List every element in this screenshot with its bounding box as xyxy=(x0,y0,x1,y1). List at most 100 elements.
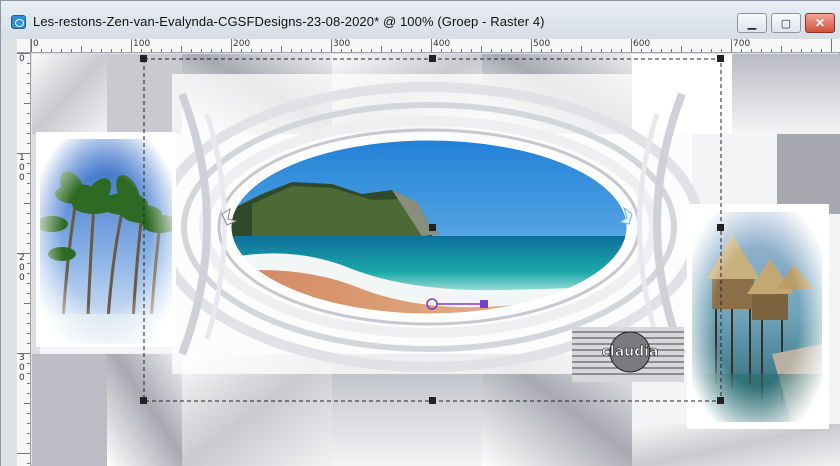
ruler-tick xyxy=(27,93,30,94)
maximize-button[interactable]: ▢ xyxy=(771,13,801,33)
ruler-tick xyxy=(161,49,162,52)
ruler-tick xyxy=(91,49,92,52)
ruler-tick xyxy=(431,39,432,52)
horizontal-ruler[interactable]: 0 100 200 300 400 500 600 700 xyxy=(31,39,840,53)
ruler-tick xyxy=(27,333,30,334)
ruler-tick xyxy=(27,373,30,374)
ruler-tick xyxy=(551,49,552,52)
ruler-tick xyxy=(421,49,422,52)
ruler-tick xyxy=(601,49,602,52)
ruler-tick xyxy=(381,46,382,52)
ruler-tick xyxy=(24,403,30,404)
ruler-v-label: 0 xyxy=(19,54,25,64)
ruler-tick xyxy=(271,49,272,52)
vertical-ruler[interactable]: 0 100 200 300 xyxy=(17,53,31,466)
ruler-tick xyxy=(361,49,362,52)
ruler-h-label: 100 xyxy=(133,39,151,49)
ruler-tick xyxy=(721,49,722,52)
ruler-tick xyxy=(491,49,492,52)
ruler-h-label: 600 xyxy=(633,39,651,49)
ruler-tick xyxy=(371,49,372,52)
ruler-tick xyxy=(751,49,752,52)
ruler-tick xyxy=(641,49,642,52)
ruler-tick xyxy=(251,49,252,52)
ruler-tick xyxy=(651,49,652,52)
ruler-tick xyxy=(27,223,30,224)
ruler-tick xyxy=(321,49,322,52)
ruler-h-label: 300 xyxy=(333,39,351,49)
ruler-tick xyxy=(27,113,30,114)
ruler-tick xyxy=(27,73,30,74)
ruler-tick xyxy=(441,49,442,52)
ruler-tick xyxy=(27,313,30,314)
image-canvas[interactable]: claudia xyxy=(32,54,840,466)
ruler-tick xyxy=(211,49,212,52)
ruler-h-label: 400 xyxy=(433,39,451,49)
ruler-h-label: 700 xyxy=(733,39,751,49)
ruler-tick xyxy=(27,143,30,144)
ruler-h-label: 200 xyxy=(233,39,251,49)
ruler-tick xyxy=(17,153,30,154)
ruler-tick xyxy=(781,46,782,52)
minimize-button[interactable]: ▁ xyxy=(737,13,767,33)
ruler-tick xyxy=(61,49,62,52)
ruler-tick xyxy=(27,393,30,394)
close-button[interactable]: ✕ xyxy=(805,13,835,33)
ruler-tick xyxy=(24,303,30,304)
close-icon: ✕ xyxy=(814,16,826,30)
ruler-tick xyxy=(131,39,132,52)
ruler-tick xyxy=(17,453,30,454)
ruler-tick xyxy=(171,49,172,52)
ruler-tick xyxy=(27,363,30,364)
ruler-tick xyxy=(17,253,30,254)
ruler-tick xyxy=(681,46,682,52)
ruler-corner xyxy=(17,39,31,53)
ruler-tick xyxy=(31,39,32,52)
ruler-tick xyxy=(17,353,30,354)
ruler-tick xyxy=(701,49,702,52)
ruler-tick xyxy=(141,49,142,52)
ruler-tick xyxy=(261,49,262,52)
canvas-artwork: claudia xyxy=(32,54,840,466)
ruler-tick xyxy=(821,49,822,52)
ruler-tick xyxy=(621,49,622,52)
ruler-tick xyxy=(351,49,352,52)
ruler-tick xyxy=(27,413,30,414)
ruler-tick xyxy=(51,49,52,52)
ruler-h-label: 0 xyxy=(33,39,39,49)
ruler-tick xyxy=(331,39,332,52)
ruler-tick xyxy=(611,49,612,52)
ruler-tick xyxy=(511,49,512,52)
watermark: claudia xyxy=(572,327,684,382)
ruler-tick xyxy=(741,49,742,52)
ruler-tick xyxy=(101,49,102,52)
ruler-tick xyxy=(27,193,30,194)
ruler-tick xyxy=(121,49,122,52)
ruler-tick xyxy=(71,49,72,52)
ruler-tick xyxy=(471,49,472,52)
ruler-tick xyxy=(671,49,672,52)
ruler-tick xyxy=(151,49,152,52)
ruler-tick xyxy=(41,49,42,52)
ruler-tick xyxy=(81,46,82,52)
ruler-tick xyxy=(691,49,692,52)
title-bar[interactable]: Les-restons-Zen-van-Evalynda-CGSFDesigns… xyxy=(1,1,840,39)
image-window: Les-restons-Zen-van-Evalynda-CGSFDesigns… xyxy=(0,0,840,466)
ruler-tick xyxy=(571,49,572,52)
ruler-tick xyxy=(761,49,762,52)
ruler-tick xyxy=(581,46,582,52)
ruler-tick xyxy=(801,49,802,52)
ruler-v-label: 100 xyxy=(19,153,25,183)
left-gutter xyxy=(1,39,17,466)
ruler-tick xyxy=(27,173,30,174)
ruler-tick xyxy=(221,49,222,52)
ruler-tick xyxy=(291,49,292,52)
ruler-h-label: 500 xyxy=(533,39,551,49)
ruler-tick xyxy=(27,383,30,384)
app-document-icon xyxy=(11,15,26,29)
ruler-v-label: 300 xyxy=(19,353,25,383)
ruler-tick xyxy=(27,283,30,284)
ruler-tick xyxy=(661,49,662,52)
ruler-tick xyxy=(27,343,30,344)
ruler-tick xyxy=(811,49,812,52)
